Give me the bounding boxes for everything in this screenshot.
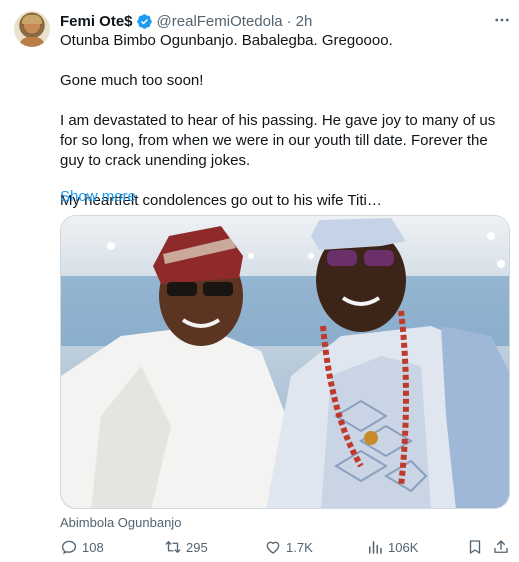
share-icon (494, 540, 508, 553)
avatar[interactable] (14, 11, 50, 47)
show-more-link[interactable]: Show more (60, 187, 136, 207)
reply-icon (61, 540, 77, 555)
tweet-text: Otunba Bimbo Ogunbanjo. Babalegba. Grego… (60, 31, 505, 211)
tweet-timestamp[interactable]: 2h (296, 13, 313, 30)
like-button[interactable]: 1.7K (264, 537, 313, 557)
separator-dot: · (286, 12, 292, 30)
tweet-line: Otunba Bimbo Ogunbanjo. Babalegba. Grego… (60, 32, 393, 49)
more-button[interactable] (492, 10, 512, 30)
repost-button[interactable]: 295 (164, 537, 208, 557)
bookmark-button[interactable] (466, 537, 484, 557)
bookmark-icon (469, 540, 481, 554)
photo-image (61, 216, 509, 508)
views-button[interactable]: 106K (366, 537, 418, 557)
verified-badge-icon (136, 13, 152, 29)
action-bar: 108 295 1.7K 106K (60, 537, 510, 557)
like-count: 1.7K (286, 539, 313, 555)
tweet-line: I am devastated to hear of his passing. … (60, 112, 496, 169)
heart-icon (266, 541, 280, 554)
author-name[interactable]: Femi Ote$ (60, 13, 133, 30)
avatar-hat (22, 15, 42, 24)
avatar-body (19, 37, 45, 47)
tweet-line: Gone much too soon! (60, 72, 204, 89)
photo-tag[interactable]: Abimbola Ogunbanjo (60, 515, 181, 531)
reply-count: 108 (82, 539, 104, 555)
author-handle[interactable]: @realFemiOtedola (157, 13, 283, 30)
repost-icon (165, 541, 181, 553)
tweet-header: Femi Ote$ @realFemiOtedola · 2h (60, 11, 312, 31)
view-count: 106K (388, 539, 419, 555)
reply-button[interactable]: 108 (60, 537, 104, 557)
tweet[interactable]: Femi Ote$ @realFemiOtedola · 2h Otunba B… (0, 0, 519, 562)
tweet-photo[interactable] (60, 215, 510, 509)
views-chart-icon (369, 541, 382, 554)
share-button[interactable] (492, 537, 510, 557)
repost-count: 295 (186, 539, 208, 555)
more-horizontal-icon (495, 18, 509, 22)
